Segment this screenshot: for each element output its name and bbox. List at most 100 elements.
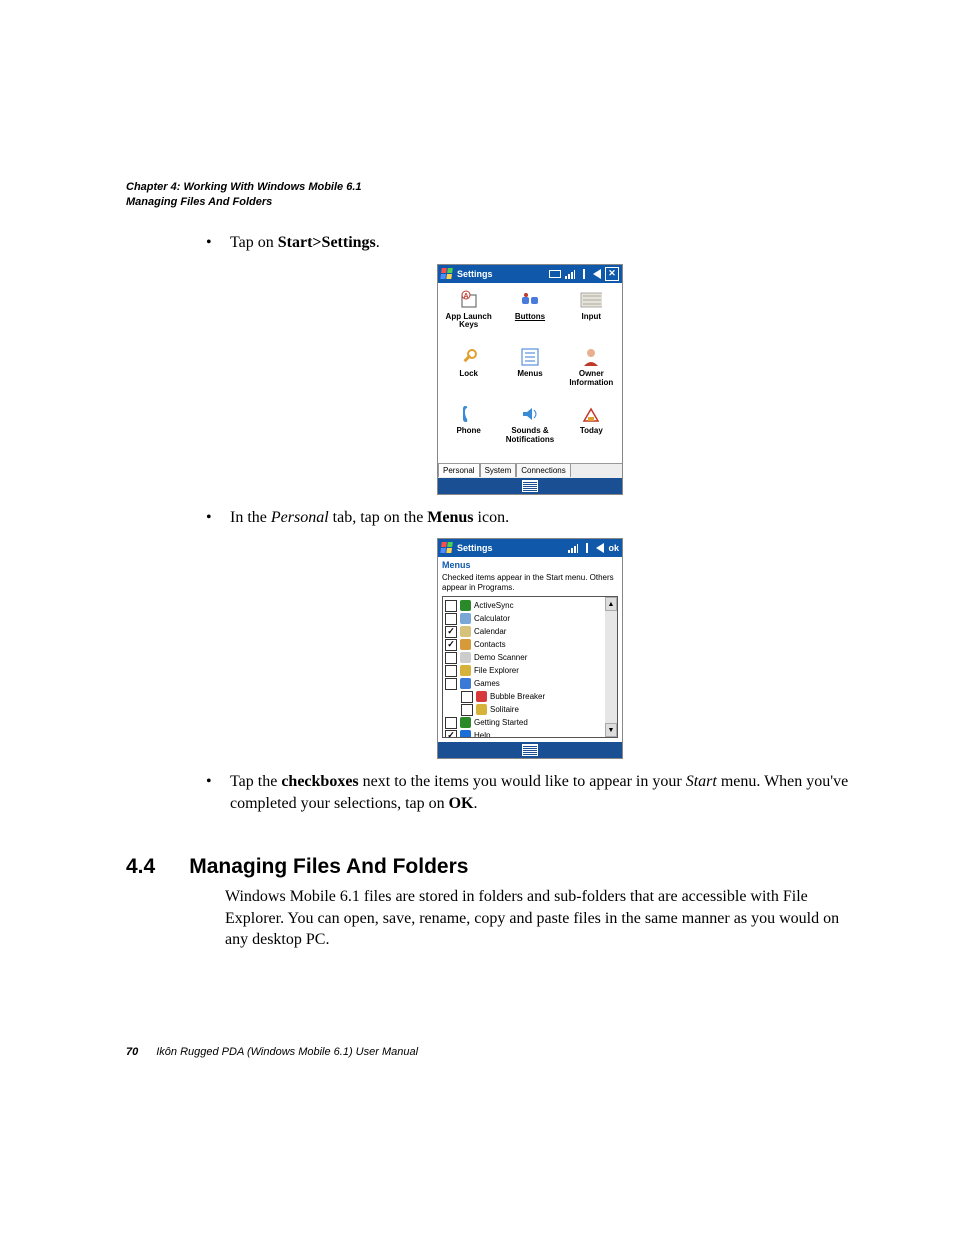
list-item[interactable]: ✓ Help <box>445 729 603 738</box>
checkbox[interactable] <box>445 678 457 690</box>
app-icon <box>460 626 471 637</box>
hint-text: Checked items appear in the Start menu. … <box>438 573 622 596</box>
bullet-1: Tap on Start>Settings. <box>200 232 860 254</box>
app-icon <box>460 678 471 689</box>
app-icon <box>476 691 487 702</box>
phone[interactable]: Phone <box>438 401 499 456</box>
list-item[interactable]: ActiveSync <box>445 599 603 612</box>
list-item[interactable]: Solitaire <box>445 703 603 716</box>
checkbox[interactable] <box>445 652 457 664</box>
list-item-label: Games <box>474 679 500 688</box>
bullet-3: Tap the checkboxes next to the items you… <box>200 771 860 814</box>
buttons[interactable]: Buttons <box>499 287 560 342</box>
list-item-label: Bubble Breaker <box>490 692 545 701</box>
app-icon <box>460 639 471 650</box>
app-launch-keys[interactable]: AApp Launch Keys <box>438 287 499 342</box>
volume-icon <box>593 269 601 279</box>
section-heading: 4.4 Managing Files And Folders <box>126 855 860 879</box>
tab-connections[interactable]: Connections <box>516 463 570 477</box>
scroll-up-icon[interactable]: ▲ <box>605 597 617 611</box>
window-title: Settings <box>457 269 493 279</box>
soft-keybar <box>438 478 622 494</box>
soft-keybar <box>438 742 622 758</box>
list-item[interactable]: ✓ Contacts <box>445 638 603 651</box>
list-item[interactable]: ✓ Calendar <box>445 625 603 638</box>
app-icon <box>460 600 471 611</box>
list-item-label: Calendar <box>474 627 506 636</box>
list-item[interactable]: Games <box>445 677 603 690</box>
antenna-icon <box>582 543 592 553</box>
page-header: Chapter 4: Working With Windows Mobile 6… <box>126 180 362 211</box>
list-item-label: Demo Scanner <box>474 653 527 662</box>
keyboard-icon[interactable] <box>522 744 538 756</box>
start-icon[interactable] <box>440 542 454 554</box>
section-number: 4.4 <box>126 855 155 879</box>
list-item-label: Contacts <box>474 640 506 649</box>
page-footer: 70 Ikôn Rugged PDA (Windows Mobile 6.1) U… <box>126 1046 418 1058</box>
list-item-label: Getting Started <box>474 718 528 727</box>
window-title: Settings <box>457 543 493 553</box>
today[interactable]: Today <box>561 401 622 456</box>
input[interactable]: Input <box>561 287 622 342</box>
owner-information[interactable]: Owner Information <box>561 344 622 399</box>
footer-title: Ikôn Rugged PDA (Windows Mobile 6.1) Use… <box>156 1046 418 1058</box>
list-item[interactable]: Calculator <box>445 612 603 625</box>
signal-icon <box>565 269 575 279</box>
menu-list: ActiveSync Calculator ✓ Calendar ✓ Contacts De… <box>442 596 618 738</box>
app-icon <box>460 665 471 676</box>
settings-screenshot: Settings ✕ AApp Launch Keys Buttons Inpu… <box>437 264 623 495</box>
app-icon <box>460 730 471 738</box>
titlebar: Settings ✕ <box>438 265 622 283</box>
chapter-line: Chapter 4: Working With Windows Mobile 6… <box>126 180 362 195</box>
list-item[interactable]: Demo Scanner <box>445 651 603 664</box>
list-item[interactable]: Bubble Breaker <box>445 690 603 703</box>
settings-tabs: Personal System Connections <box>438 463 622 478</box>
tab-system[interactable]: System <box>480 463 517 477</box>
app-icon <box>476 704 487 715</box>
keyboard-icon[interactable] <box>522 480 538 492</box>
checkbox[interactable]: ✓ <box>445 639 457 651</box>
titlebar: Settings ok <box>438 539 622 557</box>
list-item[interactable]: File Explorer <box>445 664 603 677</box>
checkbox[interactable]: ✓ <box>445 626 457 638</box>
volume-icon <box>596 543 604 553</box>
sounds-notifications[interactable]: Sounds & Notifications <box>499 401 560 456</box>
checkbox[interactable] <box>445 717 457 729</box>
app-icon <box>460 717 471 728</box>
app-icon <box>460 652 471 663</box>
list-item[interactable]: Getting Started <box>445 716 603 729</box>
app-icon <box>460 613 471 624</box>
scroll-down-icon[interactable]: ▼ <box>605 723 617 737</box>
bullet-2: In the Personal tab, tap on the Menus ic… <box>200 507 860 529</box>
ok-button[interactable]: ok <box>608 543 619 553</box>
svg-text:A: A <box>463 293 468 300</box>
tab-personal[interactable]: Personal <box>438 463 480 477</box>
close-button[interactable]: ✕ <box>605 267 619 281</box>
checkbox[interactable] <box>461 691 473 703</box>
checkbox[interactable] <box>445 665 457 677</box>
body-column: Tap on Start>Settings. Settings ✕ AApp L… <box>200 232 860 821</box>
checkbox[interactable] <box>445 613 457 625</box>
list-item-label: Help <box>474 731 490 738</box>
settings-grid: AApp Launch Keys Buttons Input Lock Menu… <box>438 283 622 463</box>
section-line: Managing Files And Folders <box>126 195 362 210</box>
page-number: 70 <box>126 1046 138 1058</box>
lock[interactable]: Lock <box>438 344 499 399</box>
list-item-label: Solitaire <box>490 705 519 714</box>
menus[interactable]: Menus <box>499 344 560 399</box>
checkbox[interactable] <box>445 600 457 612</box>
signal-icon <box>568 543 578 553</box>
menus-screenshot: Settings ok Menus Checked items appear i… <box>437 538 623 759</box>
scrollbar[interactable]: ▲ ▼ <box>605 597 617 737</box>
section-title: Managing Files And Folders <box>189 855 468 879</box>
antenna-icon <box>579 269 589 279</box>
section-body: Windows Mobile 6.1 files are stored in f… <box>225 886 845 951</box>
list-item-label: ActiveSync <box>474 601 514 610</box>
checkbox[interactable] <box>461 704 473 716</box>
start-icon[interactable] <box>440 268 454 280</box>
checkbox[interactable]: ✓ <box>445 730 457 739</box>
list-item-label: Calculator <box>474 614 510 623</box>
list-item-label: File Explorer <box>474 666 519 675</box>
screen-heading: Menus <box>438 557 622 573</box>
screen-icon <box>549 270 561 278</box>
